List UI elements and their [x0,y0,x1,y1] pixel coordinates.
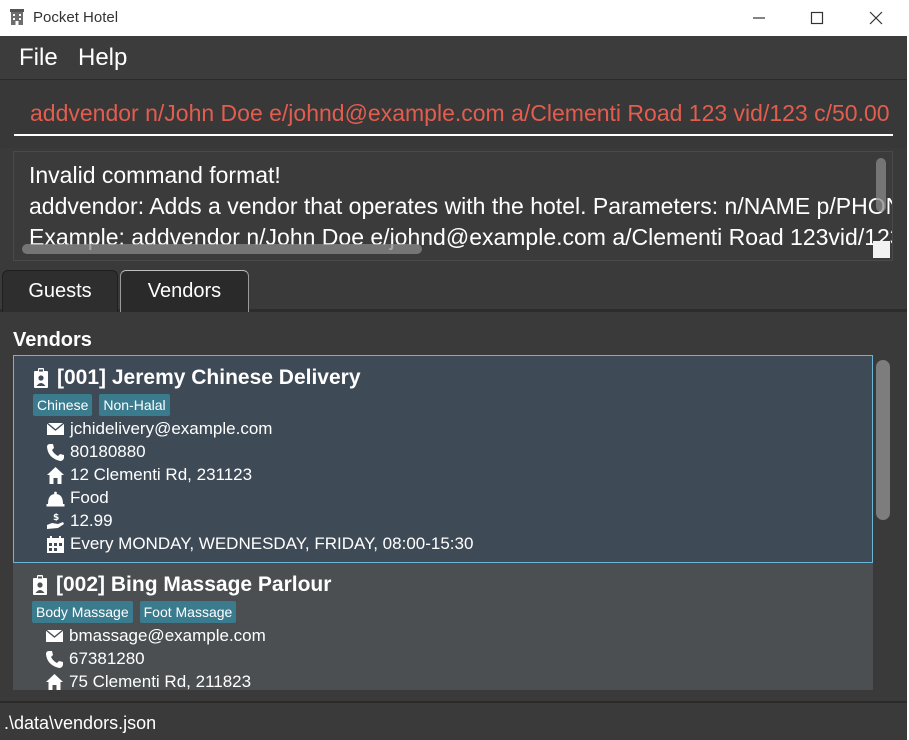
maximize-button[interactable] [788,0,846,36]
svg-text:$: $ [53,513,59,523]
vendor-address: 75 Clementi Rd, 211823 [45,671,251,690]
tab-bar: Guests Vendors [0,268,907,312]
calendar-icon [47,535,64,553]
tag: Chinese [33,394,93,416]
title-bar: Pocket Hotel [0,0,909,36]
tab-vendors[interactable]: Vendors [120,270,249,312]
vendor-header: [002] Bing Massage Parlour [32,573,331,597]
vendor-phone: 67381280 [45,648,145,670]
result-line: addvendor: Adds a vendor that operates w… [29,193,893,219]
command-input[interactable]: addvendor n/John Doe e/johnd@example.com… [14,96,893,136]
dollar-hand-icon: $ [47,513,64,529]
tag: Body Massage [32,601,133,623]
service-bell-icon [46,491,65,506]
command-pane: addvendor n/John Doe e/johnd@example.com… [0,80,907,148]
close-button[interactable] [847,0,905,36]
command-text: addvendor n/John Doe e/johnd@example.com… [30,100,893,126]
vendor-service: Food [46,487,109,509]
id-badge-icon [33,575,47,595]
vendor-name: [001] Jeremy Chinese Delivery [57,366,361,389]
menu-help[interactable]: Help [78,44,127,72]
tab-guests[interactable]: Guests [2,270,118,312]
vendor-header: [001] Jeremy Chinese Delivery [33,366,361,390]
scroll-corner [873,241,890,258]
menu-bar: File Help [0,36,907,80]
home-icon [47,466,64,484]
phone-icon [47,443,64,461]
tag-list: Body Massage Foot Massage [32,601,243,623]
vendor-cost: $ 12.99 [46,510,113,532]
vendor-phone: 80180880 [46,441,146,463]
status-bar: .\data\vendors.json [0,701,907,740]
result-line: Invalid command format! [29,162,281,188]
minimize-button[interactable] [730,0,788,36]
tag: Foot Massage [139,601,237,623]
vendor-email: jchidelivery@example.com [46,418,272,440]
vendor-email: bmassage@example.com [45,625,266,647]
envelope-icon [45,628,64,642]
id-badge-icon [34,368,48,388]
result-display[interactable]: Invalid command format! addvendor: Adds … [13,151,893,261]
vertical-scrollbar[interactable] [876,158,886,212]
vertical-scrollbar[interactable] [876,360,890,520]
vendor-card[interactable]: [002] Bing Massage Parlour Body Massage … [13,563,873,690]
vendor-list[interactable]: [001] Jeremy Chinese Delivery Chinese No… [13,355,873,690]
vendor-hours: Every MONDAY, WEDNESDAY, FRIDAY, 08:00-1… [46,533,473,555]
vendor-list-panel: Vendors [001] Jeremy Chinese Delivery Ch… [0,315,907,701]
vendor-card[interactable]: [001] Jeremy Chinese Delivery Chinese No… [13,355,873,563]
app-window: File Help addvendor n/John Doe e/johnd@e… [0,36,907,740]
vendor-address: 12 Clementi Rd, 231123 [46,464,252,486]
tag-list: Chinese Non-Halal [33,394,177,416]
maximize-icon [810,11,824,25]
minimize-icon [753,17,765,19]
horizontal-scrollbar[interactable] [22,244,422,254]
vendor-name: [002] Bing Massage Parlour [56,573,332,596]
hotel-icon [10,9,24,25]
envelope-icon [46,421,65,435]
menu-file[interactable]: File [19,44,58,72]
list-title: Vendors [13,329,92,351]
phone-icon [46,650,63,668]
home-icon [46,673,63,690]
data-file-path: .\data\vendors.json [4,713,157,733]
close-icon [869,11,883,25]
tag: Non-Halal [99,394,170,416]
window-title: Pocket Hotel [33,9,119,26]
